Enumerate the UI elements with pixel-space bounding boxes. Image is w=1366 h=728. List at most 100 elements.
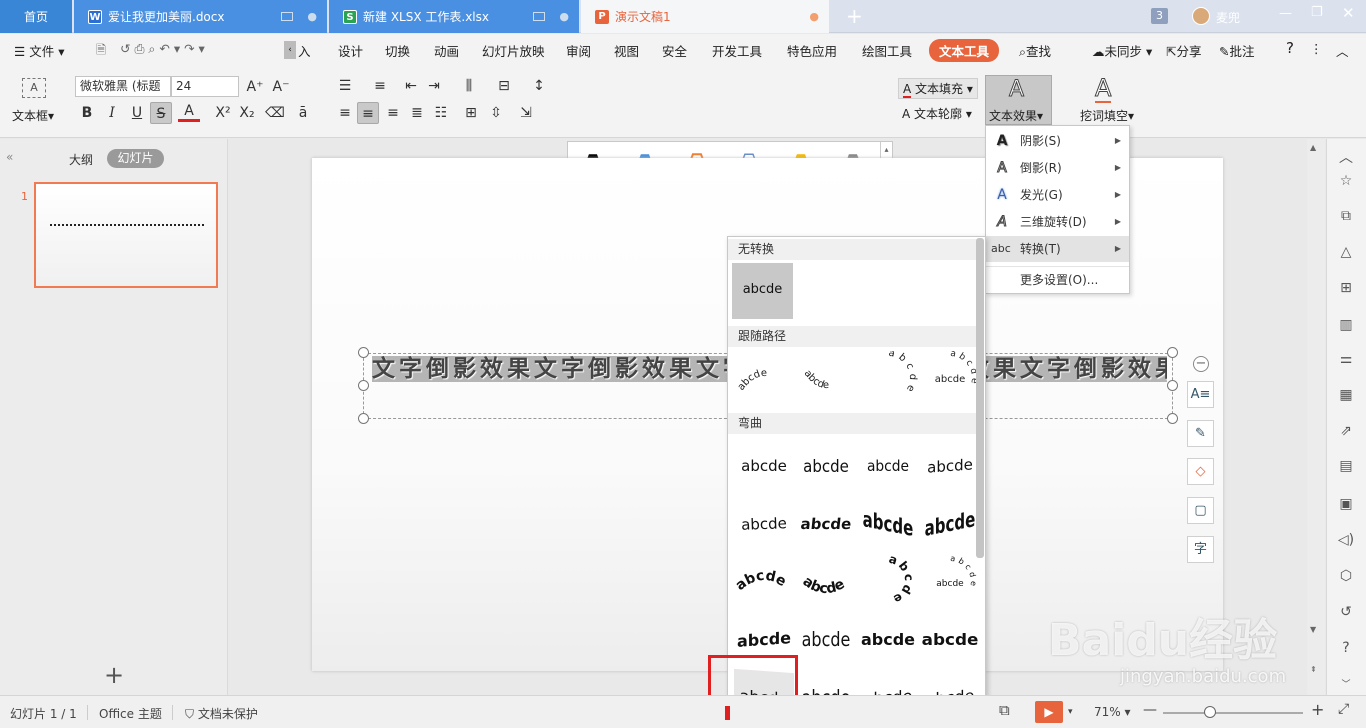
indent-decrease-icon[interactable]: ⇤ (400, 75, 422, 97)
distribute-icon[interactable]: ☷ (430, 102, 452, 124)
transform-button[interactable]: abcde abcde (920, 349, 980, 405)
transform-scrollbar[interactable] (976, 238, 984, 558)
menu-features[interactable]: 特色应用 (787, 41, 837, 60)
menu-review[interactable]: 审阅 (566, 41, 591, 60)
save-icon[interactable]: 🗎 (96, 41, 106, 62)
tab-word-document[interactable]: W 爱让我更加美丽.docx ● (74, 0, 327, 33)
history-icon[interactable]: ↺ (1337, 603, 1355, 621)
expand-down-icon[interactable]: ﹀ (1337, 676, 1355, 694)
reading-view-icon[interactable]: ⧉ (999, 701, 1010, 719)
cloze-icon[interactable]: A (1094, 75, 1112, 103)
theme-name[interactable]: Office 主题 (99, 705, 162, 722)
scroll-down-icon[interactable]: ▼ (1310, 625, 1316, 634)
menu-slideshow[interactable]: 幻灯片放映 (482, 41, 545, 60)
collapse-ribbon-icon[interactable]: ︿ (1336, 41, 1349, 60)
superscript-icon[interactable]: X² (212, 102, 234, 124)
warp-chevron-up[interactable]: abcde (733, 496, 795, 552)
warp-circle-pour[interactable]: abcde (858, 552, 918, 609)
text-tool-icon[interactable]: 字 (1187, 536, 1214, 563)
new-tab-button[interactable]: + (846, 4, 863, 28)
numbering-icon[interactable]: ≡ (369, 75, 391, 97)
menu-item-more-settings[interactable]: 更多设置(O)... (986, 266, 1129, 292)
zoom-level[interactable]: 71% ▾ (1094, 705, 1131, 719)
zoom-slider-track[interactable] (1163, 712, 1303, 714)
menu-animation[interactable]: 动画 (434, 41, 459, 60)
menu-item-3d-rotation[interactable]: A 三维旋转(D) ▶ (986, 209, 1129, 235)
monitor-icon[interactable] (533, 12, 545, 21)
sync-button[interactable]: ☁未同步 ▾ (1092, 41, 1152, 60)
text-fill-button[interactable]: A 文本填充 ▾ (898, 78, 978, 99)
menu-design[interactable]: 设计 (338, 41, 363, 60)
textbox-button[interactable]: 文本框▾ (12, 107, 54, 124)
warp-double-wave1[interactable]: abcde (858, 613, 918, 667)
settings-sliders-icon[interactable]: ⚌ (1337, 350, 1355, 368)
resize-handle[interactable] (358, 413, 369, 424)
zoom-out-icon[interactable]: — (1143, 702, 1157, 718)
text-outline-button[interactable]: A 文本轮廓 ▾ (902, 105, 972, 122)
archive-icon[interactable]: ▤ (1337, 457, 1355, 475)
text-format-tool-icon[interactable]: A≡ (1187, 381, 1214, 408)
align-left-icon[interactable]: ≡ (334, 102, 356, 124)
transform-none[interactable]: abcde (732, 263, 793, 319)
close-icon[interactable]: ● (307, 10, 317, 23)
slide-thumbnail[interactable] (34, 182, 218, 288)
menu-developer[interactable]: 开发工具 (712, 41, 762, 60)
find-button[interactable]: ⌕查找 (1019, 41, 1051, 60)
grid-icon[interactable]: ⊞ (1337, 279, 1355, 297)
collapse-panel-icon[interactable]: « (6, 150, 13, 164)
tab-slides[interactable]: 幻灯片 (107, 149, 164, 168)
export-icon[interactable]: ⇗ (1337, 422, 1355, 440)
chart-icon[interactable]: ▥ (1337, 316, 1355, 334)
resize-handle[interactable] (1167, 380, 1178, 391)
scroll-up-icon[interactable]: ▲ (1310, 143, 1316, 152)
menu-item-transform[interactable]: abc 转换(T) ▶ (986, 236, 1129, 262)
font-size-select[interactable]: 24 (171, 76, 239, 97)
close-window-icon[interactable]: ✕ (1342, 4, 1355, 22)
transform-arch-down[interactable]: abcde (796, 351, 856, 405)
file-menu[interactable]: ☰ 文件 ▾ (14, 41, 64, 60)
warp-arch-down-pour[interactable]: abcde (796, 555, 856, 609)
resize-handle[interactable] (1167, 413, 1178, 424)
vertical-align-icon[interactable]: ⊞ (460, 102, 482, 124)
resize-handle[interactable] (1167, 347, 1178, 358)
menu-view[interactable]: 视图 (614, 41, 639, 60)
bold-icon[interactable]: B (76, 102, 98, 124)
collapse-tools-icon[interactable]: − (1193, 356, 1209, 372)
tab-excel-document[interactable]: S 新建 XLSX 工作表.xlsx ● (329, 0, 579, 33)
pen-tool-icon[interactable]: ✎ (1187, 420, 1214, 447)
warp-wave2[interactable]: abcde (796, 608, 856, 673)
menu-security[interactable]: 安全 (662, 41, 687, 60)
tab-home[interactable]: 首页 (0, 0, 72, 33)
fill-tool-icon[interactable]: ◇ (1187, 458, 1214, 485)
restore-icon[interactable]: ❐ (1311, 5, 1323, 20)
scroll-left-button[interactable]: ‹ (284, 41, 296, 59)
zoom-slider-thumb[interactable] (1204, 706, 1216, 718)
text-effect-button[interactable]: A 文本效果▾ (985, 75, 1052, 125)
resize-handle[interactable] (358, 347, 369, 358)
share-button[interactable]: ⇱分享 (1166, 41, 1202, 60)
image-icon[interactable]: ▣ (1337, 495, 1355, 513)
menu-insert[interactable]: 入 (298, 41, 311, 60)
font-name-select[interactable]: 微软雅黑 (标题 (75, 76, 171, 97)
font-grow-icon[interactable]: A⁺ (244, 76, 266, 98)
shape-icon[interactable]: △ (1337, 243, 1355, 261)
justify-icon[interactable]: ≣ (406, 102, 428, 124)
tab-stop-icon[interactable]: ⇲ (515, 102, 537, 124)
line-spacing-icon[interactable]: ↕ (528, 75, 550, 97)
border-tool-icon[interactable]: ▢ (1187, 497, 1214, 524)
fit-window-icon[interactable]: ⤢ (1338, 701, 1349, 717)
menu-text-tools[interactable]: 文本工具 (929, 39, 1000, 62)
audio-icon[interactable]: ◁) (1337, 531, 1355, 549)
warp-chevron-down[interactable]: abcde (793, 497, 859, 551)
strikethrough-icon[interactable]: S (150, 102, 172, 124)
shield-icon[interactable]: ⬡ (1337, 567, 1355, 585)
clear-format-icon[interactable]: ⌫ (264, 102, 286, 124)
quick-icons[interactable]: ↺ ⎙ ⌕ ↶ ▾ ↷ ▾ (120, 41, 205, 57)
align-center-icon[interactable]: ≡ (357, 102, 379, 124)
tab-outline[interactable]: 大纲 (69, 151, 93, 168)
resize-handle[interactable] (358, 380, 369, 391)
star-icon[interactable]: ☆ (1337, 172, 1355, 190)
bullets-icon[interactable]: ☰ (334, 75, 356, 97)
add-slide-button[interactable]: + (104, 661, 124, 689)
warp-stop[interactable]: abcde (796, 435, 856, 497)
